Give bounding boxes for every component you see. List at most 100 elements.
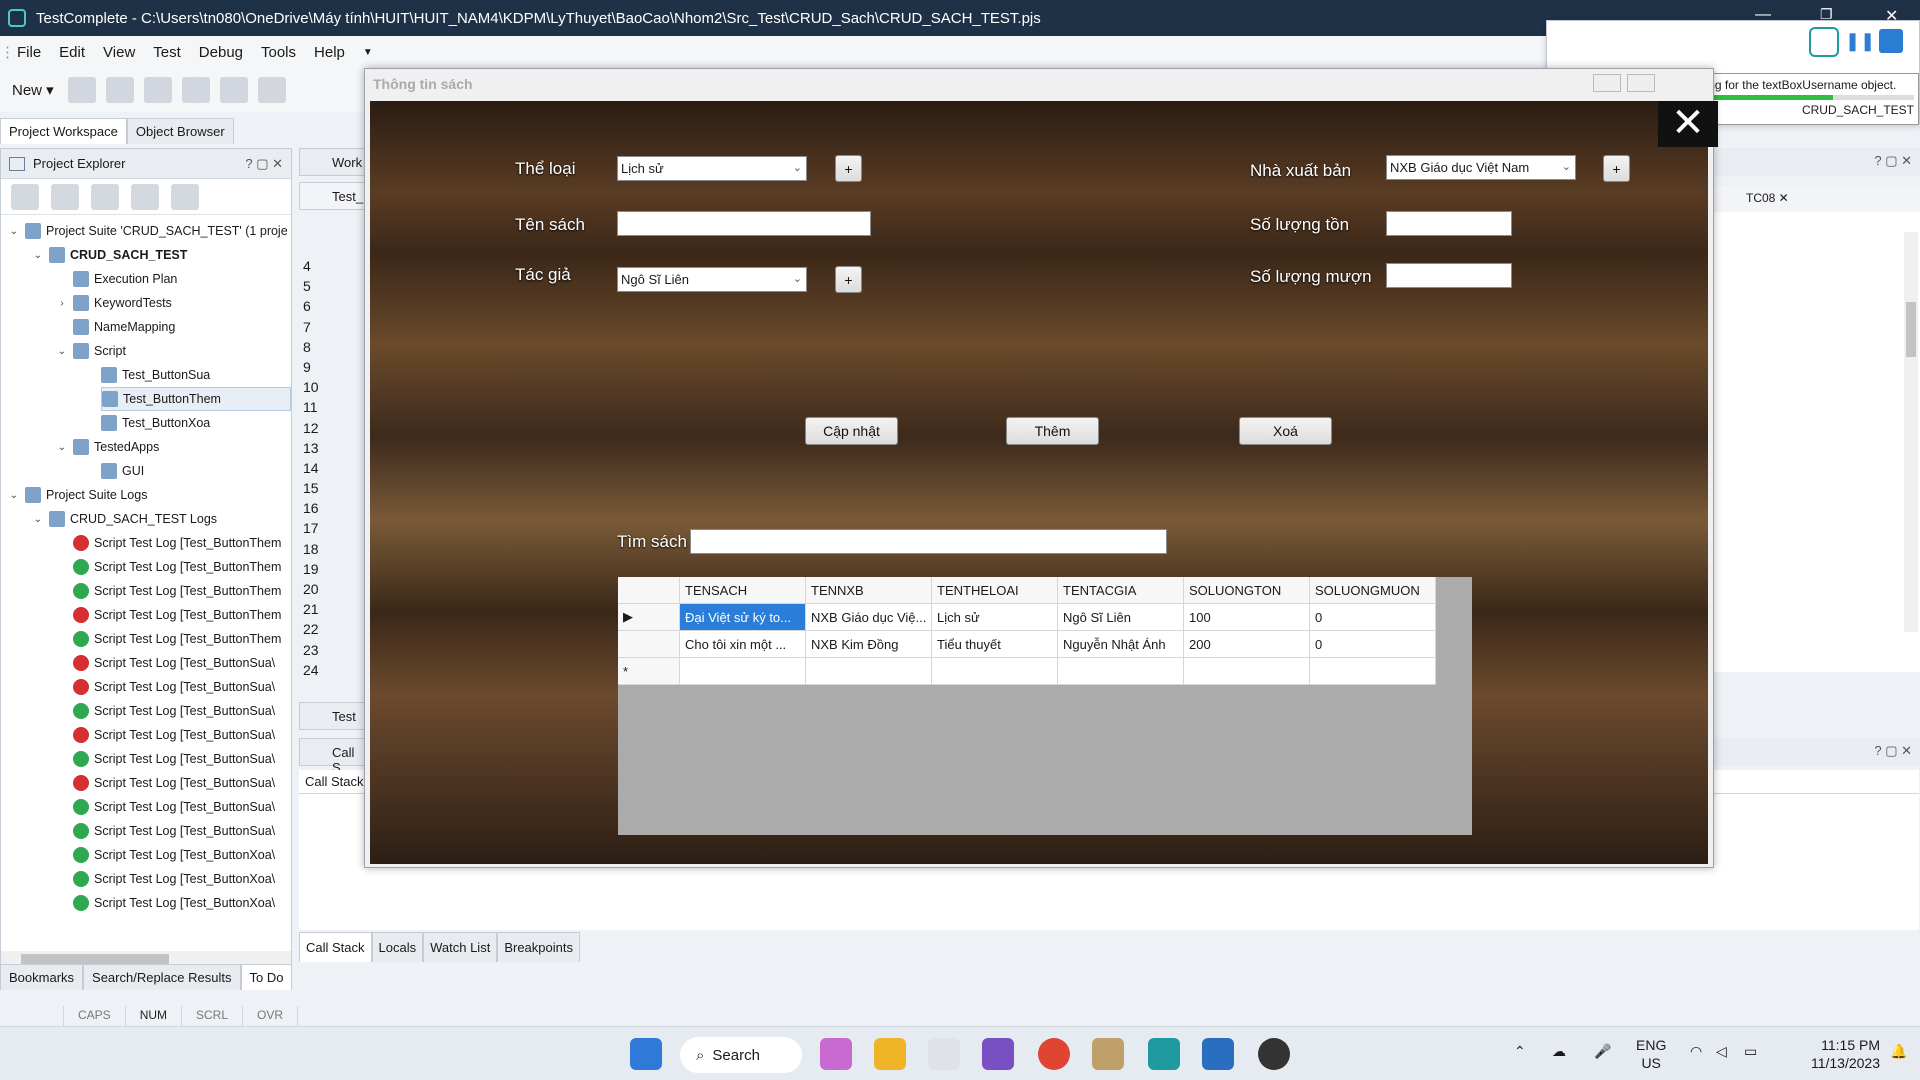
tab-object-browser[interactable]: Object Browser <box>126 118 234 144</box>
grid-new-cell[interactable] <box>932 658 1058 685</box>
tree-project-suite[interactable]: ⌄ Project Suite 'CRUD_SACH_TEST' (1 proje <box>7 219 288 243</box>
notification-icon[interactable]: 🔔 <box>1890 1043 1907 1060</box>
tree-log-entry[interactable]: Script Test Log [Test_ButtonSua\ <box>73 675 275 699</box>
tab-tc08[interactable]: TC08 ✕ <box>1720 191 1789 205</box>
tab-todo[interactable]: To Do <box>240 964 293 990</box>
chrome-icon[interactable] <box>1038 1038 1070 1070</box>
tools-icon[interactable] <box>1092 1038 1124 1070</box>
tree-log-entry[interactable]: Script Test Log [Test_ButtonSua\ <box>73 651 275 675</box>
obs-icon[interactable] <box>1258 1038 1290 1070</box>
tree-gui[interactable]: GUI <box>101 459 144 483</box>
pause-icon[interactable]: ❚❚ <box>1845 31 1875 52</box>
call-stack-panel-tab[interactable]: Call S <box>299 738 365 775</box>
tree-test-buttonthem[interactable]: Test_ButtonThem <box>101 387 291 411</box>
grid-cell[interactable]: 0 <box>1310 604 1436 631</box>
tree-keywordtests[interactable]: › KeywordTests <box>55 291 172 315</box>
add-item-icon[interactable] <box>181 77 210 103</box>
grid-cell[interactable]: 100 <box>1184 604 1310 631</box>
right-panel-controls[interactable]: ? ▢ ✕ <box>1710 148 1920 176</box>
menu-edit[interactable]: Edit <box>50 44 94 61</box>
snipping-tool-icon[interactable] <box>928 1038 960 1070</box>
test-file-tab[interactable]: Test_ <box>299 182 365 210</box>
grid-column-header[interactable]: SOLUONGMUON <box>1310 577 1436 604</box>
menu-tools[interactable]: Tools <box>252 44 305 61</box>
tree-project-logs[interactable]: ⌄ CRUD_SACH_TEST Logs <box>31 507 217 531</box>
tree-test-buttonsua[interactable]: Test_ButtonSua <box>101 363 210 387</box>
tree-log-entry[interactable]: Script Test Log [Test_ButtonSua\ <box>73 723 275 747</box>
remove-icon[interactable] <box>91 183 119 210</box>
grid-new-row-header[interactable]: * <box>618 658 680 685</box>
grid-column-header[interactable]: TENNXB <box>806 577 932 604</box>
nxb-combobox[interactable]: NXB Giáo dục Việt Nam ⌄ <box>1386 155 1576 180</box>
form-maximize-icon[interactable] <box>1627 74 1655 92</box>
grid-new-cell[interactable] <box>680 658 806 685</box>
books-datagrid[interactable]: TENSACH TENNXB TENTHELOAI TENTACGIA SOLUONGT… <box>618 577 1472 835</box>
menu-view[interactable]: View <box>94 44 144 61</box>
tree-log-entry[interactable]: Script Test Log [Test_ButtonXoa\ <box>73 867 275 891</box>
grid-corner[interactable] <box>618 577 680 604</box>
tab-breakpoints[interactable]: Breakpoints <box>497 932 580 962</box>
settings-icon[interactable] <box>257 77 286 103</box>
grid-row-header[interactable]: ▶ <box>618 604 680 631</box>
menu-file[interactable]: File <box>8 44 50 61</box>
editor-vscroll[interactable] <box>1904 232 1918 632</box>
grid-column-header[interactable]: TENTACGIA <box>1058 577 1184 604</box>
tree-log-entry[interactable]: Script Test Log [Test_ButtonThem <box>73 531 281 555</box>
grid-cell[interactable]: Tiểu thuyết <box>932 631 1058 658</box>
tree-namemapping[interactable]: NameMapping <box>73 315 175 339</box>
taskbar-search[interactable]: ⌕ Search <box>680 1037 802 1073</box>
cloud-icon[interactable]: ☁ <box>1552 1043 1566 1060</box>
form-minimize-icon[interactable] <box>1593 74 1621 92</box>
grid-new-cell[interactable] <box>1184 658 1310 685</box>
microphone-icon[interactable]: 🎤 <box>1594 1043 1611 1060</box>
tree-log-entry[interactable]: Script Test Log [Test_ButtonThem <box>73 603 281 627</box>
timsach-input[interactable] <box>690 529 1167 554</box>
panel-controls-icon[interactable]: ? ▢ ✕ <box>245 156 291 172</box>
save-icon[interactable] <box>143 77 172 103</box>
add-nxb-button[interactable]: + <box>1603 155 1630 182</box>
grid-cell[interactable]: Nguyễn Nhật Ánh <box>1058 631 1184 658</box>
stop-icon[interactable] <box>1879 29 1903 53</box>
grid-column-header[interactable]: SOLUONGTON <box>1184 577 1310 604</box>
run-icon[interactable] <box>171 183 199 210</box>
grid-column-header[interactable]: TENTHELOAI <box>932 577 1058 604</box>
visual-studio-icon[interactable] <box>982 1038 1014 1070</box>
soluongmuon-input[interactable] <box>1386 263 1512 288</box>
file-explorer-icon[interactable] <box>874 1038 906 1070</box>
start-icon[interactable] <box>630 1038 662 1070</box>
tab-bookmarks[interactable]: Bookmarks <box>0 964 84 990</box>
tree-log-entry[interactable]: Script Test Log [Test_ButtonSua\ <box>73 747 275 771</box>
call-panel-controls[interactable]: ? ▢ ✕ <box>1710 738 1920 766</box>
grid-cell[interactable]: Đại Việt sử ký to... <box>680 604 806 631</box>
clock[interactable]: 11:15 PM 11/13/2023 <box>1790 1036 1880 1072</box>
close-project-icon[interactable] <box>105 77 134 103</box>
tree-log-entry[interactable]: Script Test Log [Test_ButtonSua\ <box>73 771 275 795</box>
them-button[interactable]: Thêm <box>1006 417 1099 445</box>
tab-watch-list[interactable]: Watch List <box>423 932 498 962</box>
grid-cell[interactable]: 0 <box>1310 631 1436 658</box>
chevron-up-icon[interactable]: ⌃ <box>1514 1043 1526 1060</box>
add-test-icon[interactable] <box>219 77 248 103</box>
tree-log-entry[interactable]: Script Test Log [Test_ButtonXoa\ <box>73 843 275 867</box>
theloai-combobox[interactable]: Lịch sử ⌄ <box>617 156 807 181</box>
battery-icon[interactable]: ▭ <box>1744 1043 1757 1060</box>
tree-testedapps[interactable]: ⌄ TestedApps <box>55 435 159 459</box>
tree-log-entry[interactable]: Script Test Log [Test_ButtonThem <box>73 579 281 603</box>
grid-cell[interactable]: Lịch sử <box>932 604 1058 631</box>
tree-script[interactable]: ⌄ Script <box>55 339 126 363</box>
tab-locals[interactable]: Locals <box>371 932 424 962</box>
tree-log-entry[interactable]: Script Test Log [Test_ButtonThem <box>73 627 281 651</box>
menu-overflow-icon[interactable]: ▼ <box>354 47 382 58</box>
tab-call-stack[interactable]: Call Stack <box>299 932 372 962</box>
tree-log-entry[interactable]: Script Test Log [Test_ButtonSua\ <box>73 795 275 819</box>
tree-project[interactable]: ⌄ CRUD_SACH_TEST <box>31 243 187 267</box>
grid-new-cell[interactable] <box>1310 658 1436 685</box>
work-tab[interactable]: Work <box>299 148 365 176</box>
grid-cell[interactable]: Ngô Sĩ Liên <box>1058 604 1184 631</box>
add-new-item-icon[interactable] <box>11 183 39 210</box>
grid-cell[interactable]: Cho tôi xin một ... <box>680 631 806 658</box>
add-tacgia-button[interactable]: + <box>835 266 862 293</box>
capnhat-button[interactable]: Cập nhật <box>805 417 898 445</box>
language-indicator[interactable]: ENG US <box>1636 1036 1666 1072</box>
tree-log-entry[interactable]: Script Test Log [Test_ButtonSua\ <box>73 819 275 843</box>
